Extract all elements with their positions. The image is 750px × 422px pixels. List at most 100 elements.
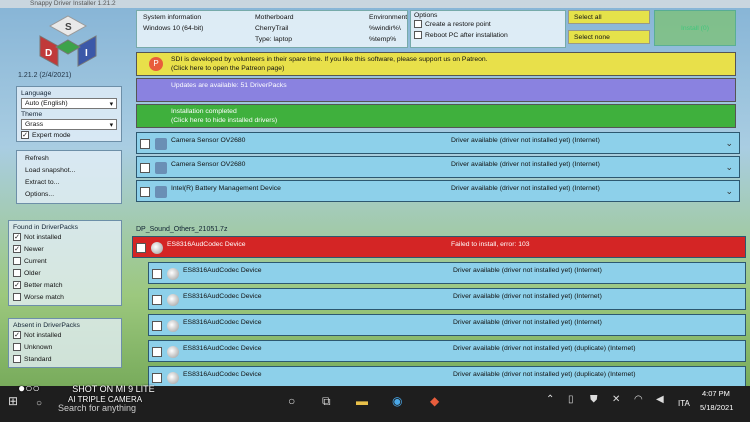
volume-icon[interactable]: ◀ [656, 394, 664, 405]
sdi-app-icon[interactable]: ◆ [430, 394, 439, 408]
check-icon: ✓ [13, 233, 21, 242]
audio-driver-row[interactable]: ES8316AudCodec Device Driver available (… [148, 366, 746, 388]
extract-to-button[interactable]: Extract to... [21, 177, 117, 189]
chevron-down-icon[interactable]: ⌄ [725, 186, 733, 197]
select-none-button[interactable]: Select none [568, 30, 650, 44]
filter-older[interactable]: Older [13, 268, 117, 280]
absent-not-installed[interactable]: ✓ Not installed [13, 330, 117, 342]
search-icon[interactable]: ○ [36, 398, 42, 409]
device-checkbox[interactable] [136, 243, 146, 253]
edge-icon[interactable]: ◉ [392, 394, 402, 408]
patreon-banner[interactable]: P SDI is developed by volunteers in thei… [136, 52, 736, 76]
filter-worse-match[interactable]: Worse match [13, 292, 117, 304]
logo-letter-s: S [65, 22, 72, 33]
device-name: ES8316AudCodec Device [183, 267, 262, 274]
battery-icon[interactable]: ▯ [568, 394, 574, 405]
refresh-button[interactable]: Refresh [21, 153, 117, 165]
device-checkbox[interactable] [152, 295, 162, 305]
driverpack-name: DP_Sound_Others_21051.7z [136, 226, 228, 233]
device-checkbox[interactable] [152, 321, 162, 331]
load-snapshot-button[interactable]: Load snapshot... [21, 165, 117, 177]
audio-driver-row[interactable]: ES8316AudCodec Device Driver available (… [148, 288, 746, 310]
device-checkbox[interactable] [140, 139, 150, 149]
device-checkbox[interactable] [140, 163, 150, 173]
options-button[interactable]: Options... [21, 189, 117, 201]
device-status: Driver available (driver not installed y… [453, 345, 636, 352]
battery-icon [155, 186, 167, 198]
clock-time[interactable]: 4:07 PM [702, 389, 730, 398]
taskbar-search-box[interactable]: Search for anything [58, 403, 136, 413]
speaker-icon [167, 294, 179, 306]
sdi-logo: S D I [39, 15, 97, 67]
patreon-text-1: SDI is developed by volunteers in their … [171, 56, 488, 63]
device-checkbox[interactable] [152, 269, 162, 279]
wifi-icon[interactable]: ◠ [634, 394, 643, 405]
device-name: ES8316AudCodec Device [183, 371, 262, 378]
sysinfo-header: System information [143, 14, 202, 21]
filter-current[interactable]: Current [13, 256, 117, 268]
windows-start-icon[interactable]: ⊞ [8, 394, 18, 408]
device-checkbox[interactable] [140, 187, 150, 197]
failed-device-row[interactable]: ES8316AudCodec Device Failed to install,… [132, 236, 746, 258]
check-icon: ✓ [13, 331, 21, 340]
device-row[interactable]: Camera Sensor OV2680 Driver available (d… [136, 132, 740, 154]
speaker-icon [167, 320, 179, 332]
install-button[interactable]: Install (0) [654, 10, 736, 46]
found-filters-panel: Found in DriverPacks ✓ Not installed ✓ New… [8, 220, 122, 306]
theme-label: Theme [21, 111, 43, 118]
chevron-up-icon[interactable]: ⌃ [546, 394, 554, 405]
input-language[interactable]: ITA [678, 399, 690, 408]
os-value: Windows 10 (64-bit) [143, 25, 204, 32]
filter-not-installed[interactable]: ✓ Not installed [13, 232, 117, 244]
device-status: Driver available (driver not installed y… [453, 293, 602, 300]
device-name: Intel(R) Battery Management Device [171, 185, 281, 192]
chevron-down-icon: ▾ [109, 100, 113, 108]
watermark-line-1: SHOT ON MI 9 LITE [72, 384, 155, 394]
shield-icon[interactable]: ⛊ [590, 394, 598, 405]
installation-banner[interactable]: Installation completed (Click here to hi… [136, 104, 736, 128]
device-status: Driver available (driver not installed y… [453, 371, 636, 378]
updates-banner[interactable]: Updates are available: 51 DriverPacks [136, 78, 736, 102]
windir-value: %windir%\ [369, 25, 401, 32]
audio-driver-row[interactable]: ES8316AudCodec Device Driver available (… [148, 340, 746, 362]
theme-select[interactable]: Grass ▾ [21, 119, 117, 130]
device-row[interactable]: Camera Sensor OV2680 Driver available (d… [136, 156, 740, 178]
absent-unknown[interactable]: Unknown [13, 342, 117, 354]
clock-date[interactable]: 5/18/2021 [700, 403, 733, 412]
audio-driver-row[interactable]: ES8316AudCodec Device Driver available (… [148, 314, 746, 336]
actions-panel: Refresh Load snapshot... Extract to... O… [16, 150, 122, 204]
reboot-checkbox[interactable]: Reboot PC after installation [414, 30, 562, 41]
device-checkbox[interactable] [152, 347, 162, 357]
window-title: Snappy Driver Installer 1.21.2 [0, 0, 750, 8]
select-all-button[interactable]: Select all [568, 10, 650, 24]
motherboard-header: Motherboard [255, 14, 294, 21]
cortana-icon[interactable]: ○ [288, 394, 295, 408]
device-status: Driver available (driver not installed y… [453, 319, 602, 326]
device-status: Driver available (driver not installed y… [451, 185, 600, 192]
watermark-line-2: AI TRIPLE CAMERA [68, 395, 143, 404]
filter-better-match[interactable]: ✓ Better match [13, 280, 117, 292]
device-status: Failed to install, error: 103 [451, 241, 530, 248]
language-select[interactable]: Auto (English) ▾ [21, 98, 117, 109]
device-row[interactable]: Intel(R) Battery Management Device Drive… [136, 180, 740, 202]
network-icon[interactable]: ✕ [612, 394, 620, 405]
camera-watermark: ●○○ SHOT ON MI 9 LITE AI TRIPLE CAMERA [18, 381, 155, 404]
audio-driver-row[interactable]: ES8316AudCodec Device Driver available (… [148, 262, 746, 284]
camera-icon [155, 138, 167, 150]
watermark-dots: ●○○ [18, 381, 40, 395]
chevron-down-icon[interactable]: ⌄ [725, 138, 733, 149]
version-label: 1.21.2 (2/4/2021) [18, 72, 72, 79]
absent-standard[interactable]: Standard [13, 354, 117, 366]
device-name: ES8316AudCodec Device [183, 293, 262, 300]
language-theme-panel: Language Auto (English) ▾ Theme Grass ▾ ✓ E… [16, 86, 122, 142]
install-text-1: Installation completed [171, 108, 237, 115]
file-explorer-icon[interactable]: ▬ [356, 394, 368, 408]
device-status: Driver available (driver not installed y… [453, 267, 602, 274]
filter-newer[interactable]: ✓ Newer [13, 244, 117, 256]
install-text-2: (Click here to hide installed drivers) [171, 117, 278, 124]
temp-value: %temp% [369, 36, 397, 43]
expert-mode-checkbox[interactable]: ✓ Expert mode [21, 131, 117, 141]
restore-point-checkbox[interactable]: Create a restore point [414, 19, 562, 30]
chevron-down-icon[interactable]: ⌄ [725, 162, 733, 173]
task-view-icon[interactable]: ⧉ [322, 394, 331, 409]
